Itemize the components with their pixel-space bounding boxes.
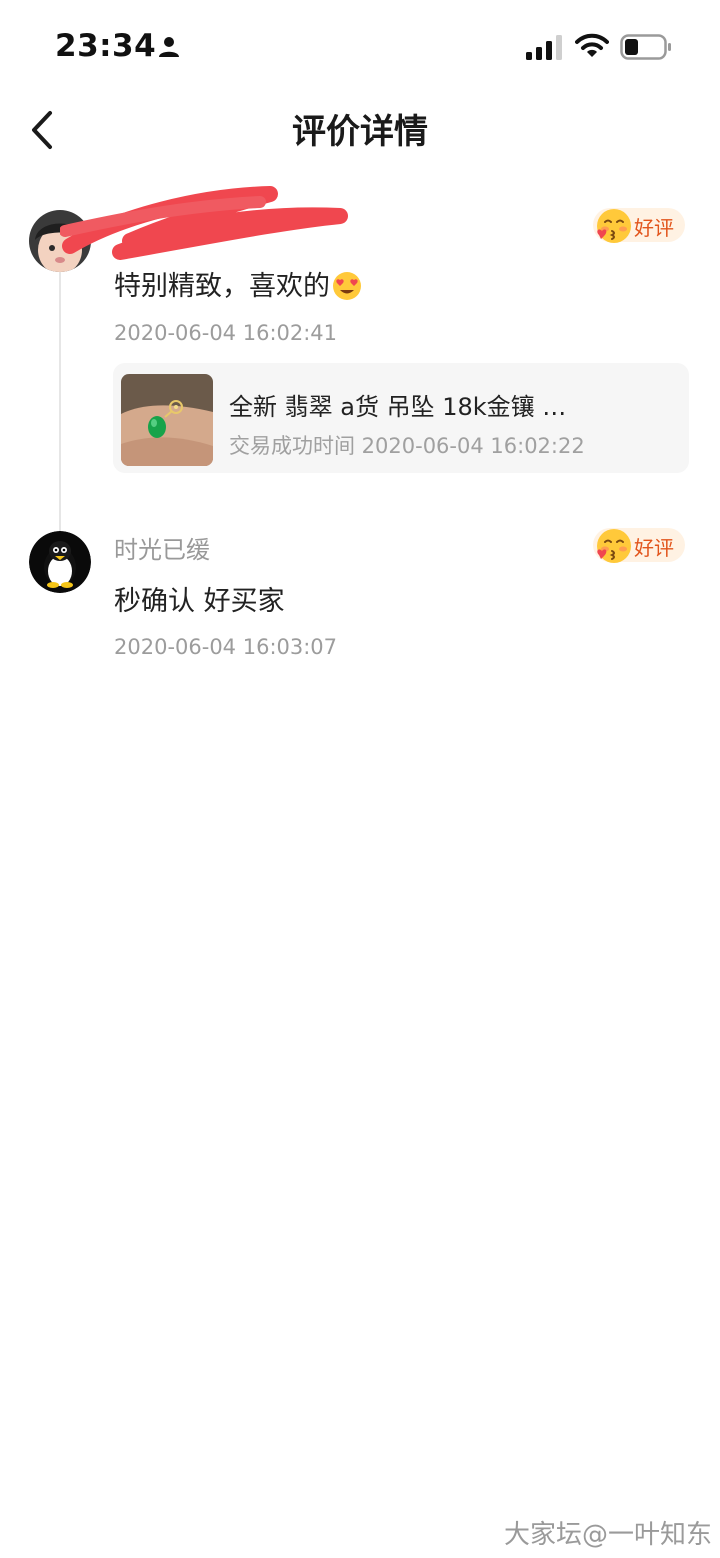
badge-label: 好评 bbox=[634, 536, 674, 560]
redaction-scribble bbox=[60, 186, 348, 260]
comment-text: 特别精致，喜欢的 bbox=[114, 271, 330, 302]
review-timestamp: 2020-06-04 16:03:07 bbox=[114, 635, 338, 659]
positive-review-badge: 好评 bbox=[593, 208, 685, 243]
review-timestamp: 2020-06-04 16:02:41 bbox=[114, 321, 338, 345]
status-time: 23:34 bbox=[55, 28, 157, 64]
kiss-face-icon bbox=[597, 209, 631, 243]
heart-eyes-icon bbox=[333, 272, 361, 300]
status-bar: 23:34 bbox=[0, 0, 720, 90]
page-title: 评价详情 bbox=[292, 112, 428, 152]
badge-label: 好评 bbox=[634, 216, 674, 240]
timeline-connector bbox=[59, 270, 61, 532]
jade-pendant-photo bbox=[121, 374, 213, 466]
product-transaction-date: 交易成功时间 2020-06-04 16:02:22 bbox=[229, 434, 585, 458]
username[interactable]: 时光已缓 bbox=[114, 530, 210, 565]
watermark: 大家坛@一叶知东 bbox=[504, 1520, 713, 1550]
product-card[interactable]: 全新 翡翠 a货 吊坠 18k金镶 … 交易成功时间 2020-06-04 16… bbox=[113, 363, 689, 473]
positive-review-badge: 好评 bbox=[593, 528, 685, 563]
product-title: 全新 翡翠 a货 吊坠 18k金镶 … bbox=[229, 393, 567, 421]
battery-icon bbox=[620, 34, 671, 60]
kiss-face-icon bbox=[597, 529, 631, 563]
avatar[interactable] bbox=[29, 531, 91, 593]
review-comment: 特别精致，喜欢的 bbox=[114, 264, 362, 303]
review-comment: 秒确认 好买家 bbox=[114, 586, 285, 617]
penguin-avatar bbox=[29, 531, 91, 593]
product-thumbnail bbox=[121, 374, 213, 466]
wifi-icon bbox=[575, 33, 609, 57]
person-icon bbox=[159, 37, 179, 57]
signal-icon bbox=[526, 35, 562, 60]
